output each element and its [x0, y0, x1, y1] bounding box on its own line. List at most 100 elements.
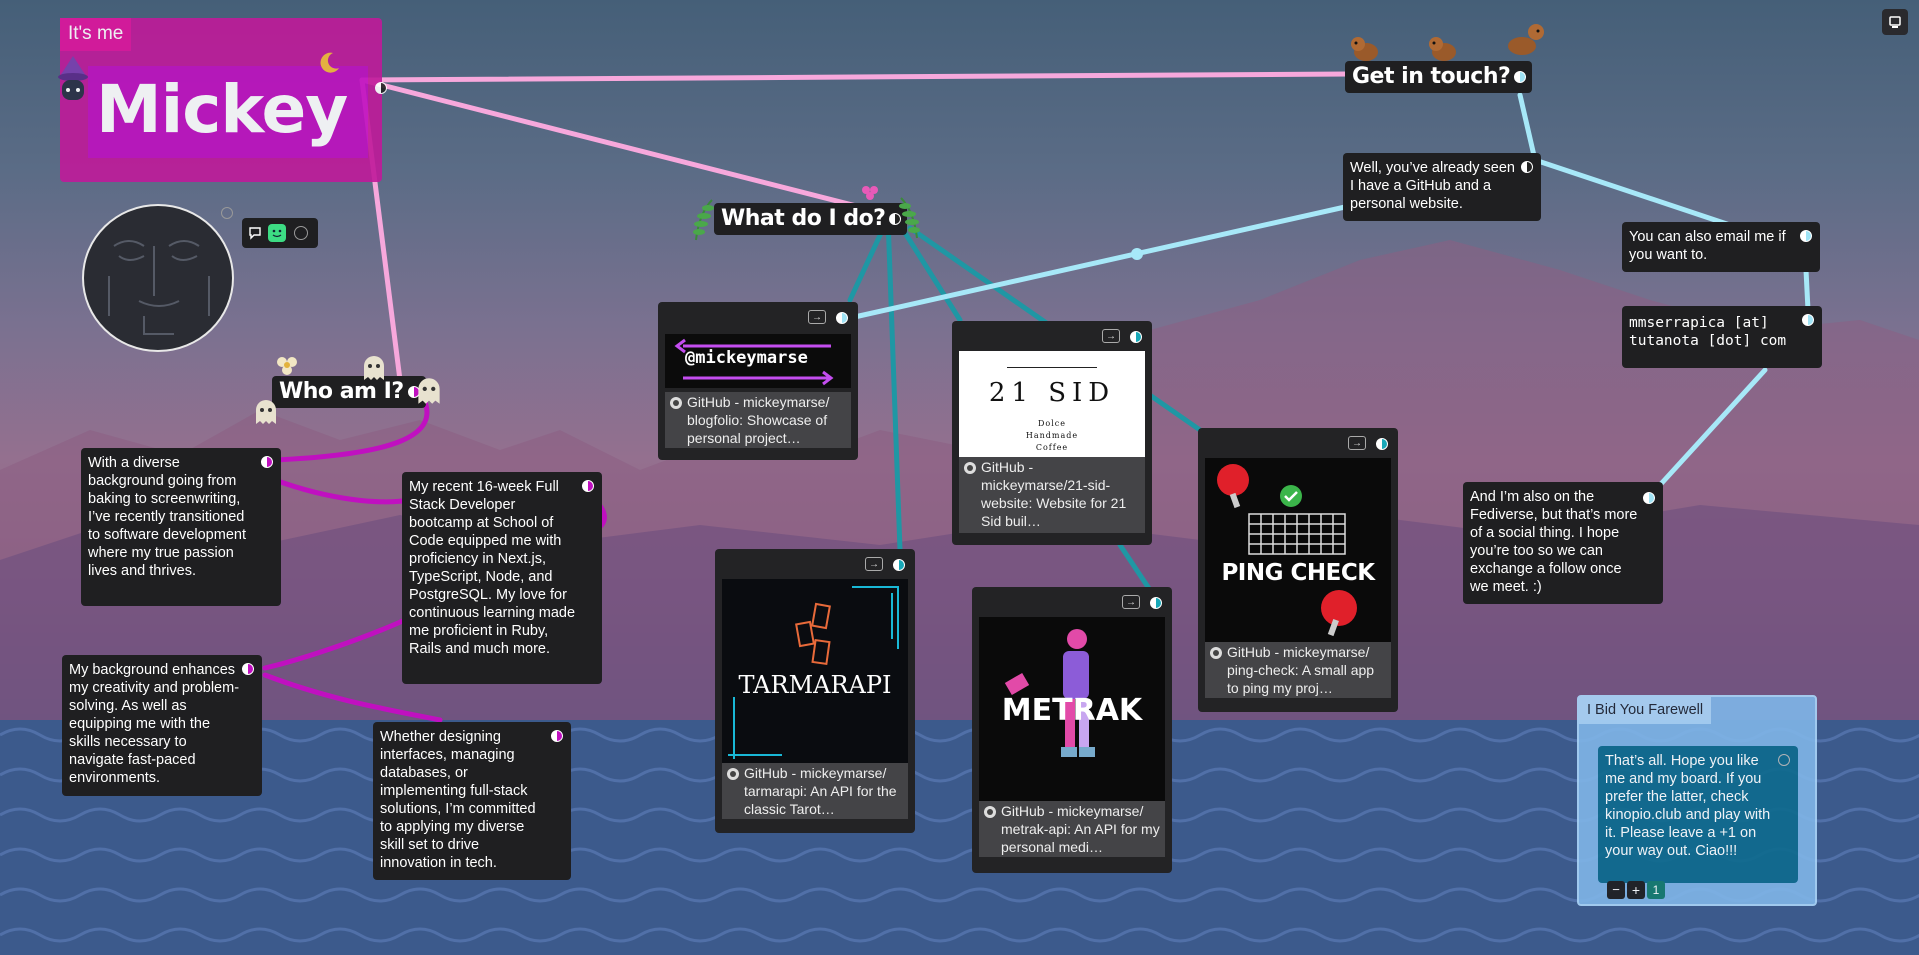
link-thumbnail: 21 SID Dolce Handmade Coffee — [959, 351, 1145, 457]
link-meta-text: GitHub - mickeymarse/ blogfolio: Showcas… — [687, 394, 830, 446]
link-meta: GitHub - mickeymarse/21-sid-website: Web… — [959, 457, 1145, 533]
touch-card-fediverse[interactable]: And I’m also on the Fediverse, but that’… — [1463, 482, 1663, 604]
link-card-dot[interactable] — [1150, 597, 1162, 609]
open-link-button[interactable]: → — [1348, 436, 1366, 450]
ping-pong-icon — [1217, 464, 1357, 637]
vote-count: 1 — [1647, 881, 1665, 899]
github-icon — [964, 462, 976, 474]
open-link-button[interactable]: → — [1122, 595, 1140, 609]
link-thumbnail: TARMARAPI — [722, 579, 908, 763]
dog-sticker-icon — [1351, 37, 1378, 61]
link-meta-text: GitHub - mickeymarse/21-sid-website: Web… — [981, 459, 1127, 529]
who-card-committed[interactable]: Whether designing interfaces, managing d… — [373, 722, 571, 880]
who-card-bootcamp-text: My recent 16-week Full Stack Developer b… — [409, 479, 576, 657]
github-icon — [984, 806, 996, 818]
link-meta: GitHub - mickeymarse/ metrak-api: An API… — [979, 801, 1165, 857]
touch-card-email-text: You can also email me if you want to. — [1629, 229, 1786, 263]
who-card-dot[interactable] — [582, 480, 594, 492]
link-meta-text: GitHub - mickeymarse/ metrak-api: An API… — [1001, 803, 1160, 855]
speech-bubble-icon[interactable] — [248, 226, 262, 240]
who-card-committed-text: Whether designing interfaces, managing d… — [380, 729, 536, 871]
vote-controls: − + 1 — [1607, 881, 1665, 899]
get-in-touch-title: Get in touch? — [1352, 64, 1511, 89]
link-meta: GitHub - mickeymarse/ tarmarapi: An API … — [722, 763, 908, 819]
link-thumb-text: TARMARAPI — [738, 671, 892, 699]
link-meta-text: GitHub - mickeymarse/ tarmarapi: An API … — [744, 765, 897, 817]
who-card-dot[interactable] — [551, 730, 563, 742]
dog-sticker-icon — [1429, 37, 1456, 61]
farewell-color-dot[interactable] — [1778, 754, 1790, 766]
touch-card-dot[interactable] — [1643, 492, 1655, 504]
who-card-dot[interactable] — [261, 456, 273, 468]
dog-sticker-icon — [1508, 24, 1544, 55]
flower-sticker-icon — [277, 357, 297, 375]
mickey-name-card[interactable]: Mickey — [88, 66, 387, 158]
touch-card-dot[interactable] — [1802, 314, 1814, 326]
link-thumb-text: 21 SID — [988, 378, 1116, 408]
link-thumb-text: @mickeymarse — [685, 348, 808, 368]
link-card-dot[interactable] — [836, 312, 848, 324]
link-thumbnail: PING CHECK — [1205, 458, 1391, 642]
witch-cat-sticker-icon — [58, 56, 88, 100]
link-meta-text: GitHub - mickeymarse/ ping-check: A smal… — [1227, 644, 1375, 696]
mickey-color-dot[interactable] — [375, 82, 387, 94]
touch-card-email-address[interactable]: mmserrapica [at] tutanota [dot] com — [1622, 306, 1822, 368]
get-in-touch-heading[interactable]: Get in touch? — [1345, 61, 1533, 93]
github-icon — [1210, 647, 1222, 659]
avatar-color-dot[interactable] — [221, 207, 233, 219]
board-menu-button[interactable] — [1882, 9, 1908, 35]
who-card-bootcamp[interactable]: My recent 16-week Full Stack Developer b… — [402, 472, 602, 684]
fern-sticker-icon — [693, 199, 714, 241]
ghost-sticker-icon — [256, 400, 276, 424]
open-link-button[interactable]: → — [1102, 329, 1120, 343]
crescent-moon-icon — [320, 52, 339, 73]
farewell-box-label: I Bid You Farewell — [1579, 697, 1712, 724]
link-meta: GitHub - mickeymarse/ blogfolio: Showcas… — [665, 392, 851, 448]
link-card-dot[interactable] — [893, 559, 905, 571]
link-card-metrak[interactable]: → METRAK GitHub - mickeymarse/ metrak-ap… — [972, 587, 1172, 873]
touch-card-dot[interactable] — [1800, 230, 1812, 242]
link-thumb-text: METRAK — [1001, 693, 1143, 728]
smiley-icon[interactable] — [268, 224, 286, 242]
touch-card-github[interactable]: Well, you’ve already seen I have a GitHu… — [1343, 153, 1541, 221]
mickey-name: Mickey — [96, 71, 348, 148]
farewell-card[interactable]: That’s all. Hope you like me and my boar… — [1598, 746, 1798, 883]
circle-icon[interactable] — [294, 226, 308, 240]
open-link-button[interactable]: → — [808, 310, 826, 324]
touch-card-email[interactable]: You can also email me if you want to. — [1622, 222, 1820, 272]
who-card-creativity[interactable]: My background enhances my creativity and… — [62, 655, 262, 796]
farewell-text: That’s all. Hope you like me and my boar… — [1605, 753, 1771, 859]
board-menu-icon — [1889, 16, 1901, 28]
mickey-box[interactable]: It's me Mickey — [58, 18, 387, 182]
what-do-i-do-heading[interactable]: What do I do? — [714, 203, 908, 235]
link-card-tarmarapi[interactable]: → TARMARAPI GitHub - mickeymarse/ tarmar… — [715, 549, 915, 833]
link-card-blogfolio[interactable]: → @mickeymarse GitHub - mickeymarse/ blo… — [658, 302, 858, 460]
avatar-tools — [242, 218, 318, 248]
github-icon — [670, 397, 682, 409]
link-card-ping-check[interactable]: → PING CHECK GitHub - mickeymarse/ ping-… — [1198, 428, 1398, 712]
touch-color-dot[interactable] — [1514, 71, 1527, 83]
who-card-background-text: With a diverse background going from bak… — [88, 455, 246, 579]
open-link-button[interactable]: → — [865, 557, 883, 571]
link-thumbnail: @mickeymarse — [665, 334, 851, 388]
email-address-line1: mmserrapica [at] — [1629, 315, 1769, 331]
avatar[interactable] — [82, 204, 234, 352]
who-card-creativity-text: My background enhances my creativity and… — [69, 662, 240, 786]
touch-card-dot[interactable] — [1521, 161, 1533, 173]
who-am-i-heading[interactable]: Who am I? — [272, 376, 426, 408]
link-card-21sid[interactable]: → 21 SID Dolce Handmade Coffee GitHub - … — [952, 321, 1152, 545]
who-card-background[interactable]: With a diverse background going from bak… — [81, 448, 281, 606]
link-card-dot[interactable] — [1376, 438, 1388, 450]
farewell-box[interactable]: I Bid You Farewell That’s all. Hope you … — [1577, 695, 1817, 906]
touch-card-fediverse-text: And I’m also on the Fediverse, but that’… — [1470, 489, 1638, 595]
link-card-dot[interactable] — [1130, 331, 1142, 343]
vote-minus-button[interactable]: − — [1607, 881, 1625, 899]
what-do-i-do-title: What do I do? — [721, 206, 886, 231]
vote-plus-button[interactable]: + — [1627, 881, 1645, 899]
who-card-dot[interactable] — [242, 663, 254, 675]
mickey-box-label: It's me — [60, 18, 132, 51]
face-doodle-icon — [108, 240, 210, 335]
flower-sticker-icon — [862, 186, 878, 200]
github-icon — [727, 768, 739, 780]
link-thumb-subtext: Dolce Handmade Coffee — [1025, 419, 1079, 452]
